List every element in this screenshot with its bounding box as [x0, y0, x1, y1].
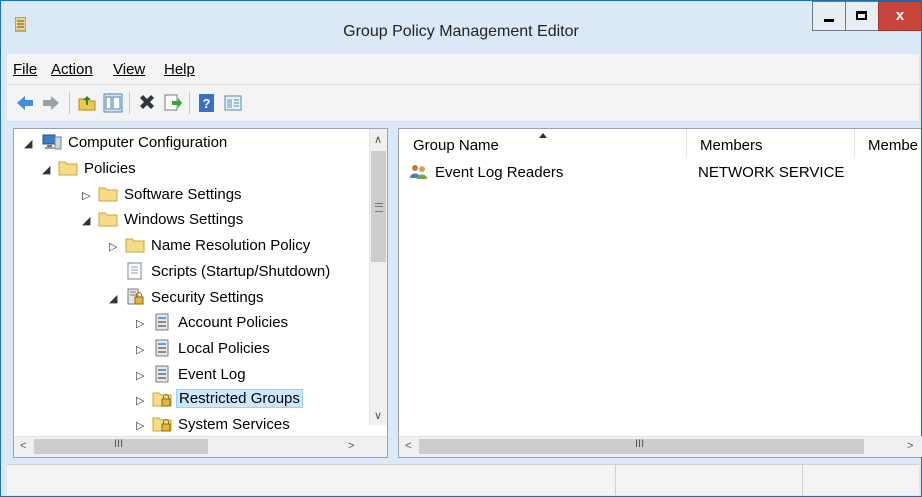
window-title: Group Policy Management Editor [343, 23, 579, 40]
group-icon [410, 165, 427, 179]
list-horizontal-scrollbar[interactable]: < III > [399, 436, 922, 457]
scroll-down-icon[interactable]: ∨ [374, 409, 382, 422]
scroll-left-icon[interactable]: < [20, 440, 26, 452]
delete-icon[interactable] [137, 93, 157, 113]
folder-icon [125, 238, 145, 253]
properties-pane-icon[interactable] [223, 93, 243, 113]
status-separator [615, 465, 616, 495]
up-folder-icon[interactable] [77, 93, 97, 113]
list-item[interactable]: Event Log Readers NETWORK SERVICE [399, 129, 919, 189]
expand-icon[interactable]: ▷ [136, 369, 146, 382]
expand-icon[interactable]: ▷ [109, 240, 119, 253]
scroll-right-icon[interactable]: > [348, 440, 354, 452]
menu-help[interactable]: Help [164, 61, 195, 78]
toolbar-separator [69, 92, 70, 114]
expand-icon[interactable]: ▷ [136, 317, 146, 330]
toolbar-separator [129, 92, 130, 114]
scroll-up-icon[interactable]: ∧ [374, 133, 382, 146]
back-arrow-icon[interactable] [15, 93, 35, 113]
menu-view[interactable]: View [113, 61, 145, 78]
policy-icon [155, 313, 169, 331]
show-hide-tree-icon[interactable] [103, 93, 123, 113]
tree-horizontal-scroll-thumb[interactable]: III [34, 438, 208, 454]
policy-icon [155, 339, 169, 357]
secure-folder-icon [152, 392, 172, 407]
collapse-icon[interactable]: ◢ [24, 137, 34, 150]
status-separator [802, 465, 803, 495]
svg-text:?: ? [203, 96, 211, 111]
policy-icon [155, 365, 169, 383]
maximize-icon [856, 11, 867, 20]
cell-group-name: Event Log Readers [435, 164, 564, 181]
tree-horizontal-scrollbar[interactable]: < III > [14, 436, 387, 457]
tree-vertical-scrollbar[interactable]: ∧ ∨ [369, 129, 387, 425]
minimize-button[interactable] [812, 1, 846, 31]
toolbar: ? [7, 85, 919, 122]
details-list[interactable]: Group Name Members Membe Event Log Reade… [398, 128, 922, 458]
expand-icon[interactable]: ▷ [82, 189, 92, 202]
collapse-icon[interactable]: ◢ [82, 214, 92, 227]
title-bar[interactable]: Group Policy Management Editor x [1, 1, 922, 53]
expand-icon[interactable]: ▷ [136, 419, 146, 432]
collapse-icon[interactable]: ◢ [42, 163, 52, 176]
scroll-left-icon[interactable]: < [405, 440, 411, 452]
expand-icon[interactable]: ▷ [136, 394, 146, 407]
minimize-icon [824, 19, 834, 22]
folder-icon [98, 187, 118, 202]
folder-icon [98, 212, 118, 227]
folder-icon [58, 161, 78, 176]
grip-icon [375, 203, 383, 212]
tree-vertical-scroll-thumb[interactable] [371, 151, 386, 262]
menu-bar: File Action View Help [7, 54, 919, 85]
status-bar [7, 464, 919, 495]
cell-members: NETWORK SERVICE [698, 164, 845, 181]
script-icon [127, 262, 142, 280]
console-tree[interactable]: ◢ Computer Configuration ◢ Policies ▷ So… [13, 128, 388, 458]
expand-icon[interactable]: ▷ [136, 343, 146, 356]
menu-file[interactable]: File [13, 61, 37, 78]
secure-folder-icon [152, 417, 172, 432]
collapse-icon[interactable]: ◢ [109, 292, 119, 305]
close-button[interactable]: x [878, 1, 922, 31]
menu-action[interactable]: Action [51, 61, 93, 78]
scroll-right-icon[interactable]: > [907, 440, 913, 452]
computer-icon [42, 134, 62, 150]
security-settings-icon [127, 288, 144, 305]
toolbar-separator [189, 92, 190, 114]
help-icon[interactable]: ? [197, 93, 217, 113]
list-horizontal-scroll-thumb[interactable]: III [419, 438, 864, 454]
forward-arrow-icon[interactable] [41, 93, 61, 113]
main-window: Group Policy Management Editor x File Ac… [0, 0, 922, 497]
export-list-icon[interactable] [163, 93, 183, 113]
maximize-button[interactable] [845, 1, 879, 31]
